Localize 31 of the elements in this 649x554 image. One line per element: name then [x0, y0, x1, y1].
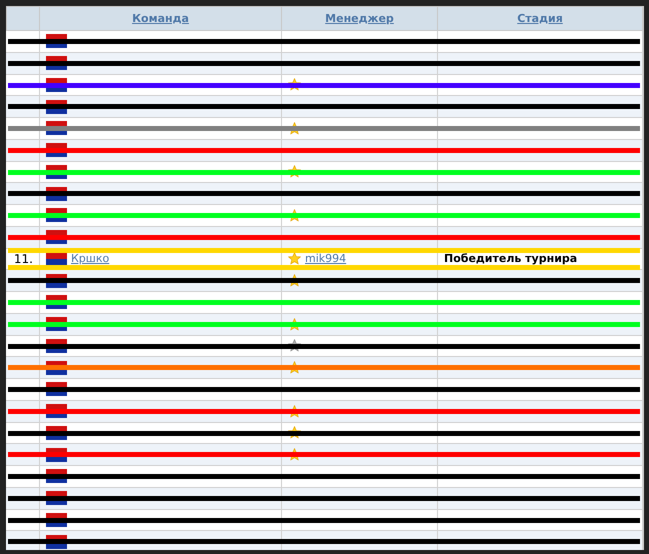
- flag-icon: [46, 338, 67, 353]
- flag-icon: [46, 426, 67, 440]
- flag-icon: [46, 512, 67, 527]
- flag-icon: [46, 78, 67, 92]
- flag-icon: [46, 100, 67, 114]
- flag-icon: [46, 143, 67, 158]
- flag-icon: [46, 230, 67, 244]
- flag-icon: [46, 404, 67, 418]
- stage-text: Победитель турнира: [444, 252, 578, 266]
- flag-icon: [46, 448, 67, 462]
- flag-icon: [46, 295, 67, 310]
- flag-icon: [46, 534, 67, 549]
- flag-icon: [46, 56, 67, 70]
- flag-icon: [46, 34, 67, 48]
- column-header-link[interactable]: Менеджер: [325, 12, 394, 25]
- column-header-link[interactable]: Команда: [132, 12, 189, 25]
- flag-icon: [46, 469, 67, 484]
- column-header-link[interactable]: Стадия: [517, 12, 563, 25]
- manager-link[interactable]: mik994: [305, 252, 346, 266]
- flag-icon: [46, 252, 67, 266]
- flag-icon: [46, 491, 67, 506]
- flag-icon: [46, 360, 67, 375]
- flag-icon: [46, 382, 67, 396]
- flag-icon: [46, 186, 67, 201]
- flag-icon: [46, 121, 67, 136]
- flag-icon: [46, 317, 67, 332]
- flag-icon: [46, 208, 67, 222]
- rank-number: 11.: [14, 252, 33, 266]
- flag-icon: [46, 274, 67, 288]
- team-link[interactable]: Кршко: [71, 252, 110, 266]
- flag-icon: [46, 164, 67, 179]
